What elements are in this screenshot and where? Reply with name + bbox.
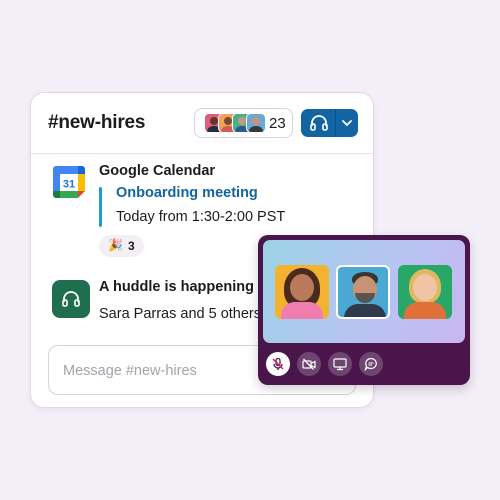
party-popper-icon: 🎉 (108, 238, 123, 252)
headphones-icon (310, 115, 328, 131)
huddle-button-divider (335, 109, 336, 137)
calendar-day: 31 (63, 179, 75, 191)
video-toggle-button[interactable] (297, 352, 321, 376)
chevron-down-icon[interactable] (341, 117, 353, 129)
participant-video-tile-active[interactable] (336, 265, 390, 319)
huddle-participants[interactable]: Sara Parras and 5 others (99, 306, 261, 322)
google-calendar-icon: 31 (53, 166, 85, 198)
participant-video-tile[interactable] (398, 265, 452, 319)
attachment-bar (99, 187, 102, 227)
members-button[interactable]: 23 (194, 108, 293, 138)
huddle-title: A huddle is happening (99, 279, 254, 295)
channel-title[interactable]: #new-hires (48, 112, 145, 134)
huddle-chat-button[interactable] (359, 352, 383, 376)
avatar (246, 113, 266, 133)
huddle-app-icon (52, 280, 90, 318)
huddle-window (258, 235, 470, 385)
mute-mic-icon (272, 357, 284, 370)
channel-header: #new-hires 23 (31, 93, 373, 154)
message-sender[interactable]: Google Calendar (99, 163, 215, 179)
chat-bubble-icon (364, 357, 377, 371)
event-time: Today from 1:30-2:00 PST (116, 209, 286, 225)
reaction-count: 3 (128, 239, 135, 253)
reaction-pill[interactable]: 🎉 3 (99, 235, 144, 257)
member-count: 23 (269, 115, 286, 132)
event-title-link[interactable]: Onboarding meeting (116, 185, 258, 201)
mute-mic-button[interactable] (266, 352, 290, 376)
participant-video-tile[interactable] (275, 265, 329, 319)
message-input[interactable] (61, 360, 265, 382)
screen-share-button[interactable] (328, 352, 352, 376)
video-grid (263, 240, 465, 343)
huddle-button[interactable] (301, 109, 358, 137)
video-off-icon (302, 358, 316, 370)
headphones-icon (62, 291, 80, 307)
screen-share-icon (333, 358, 347, 371)
